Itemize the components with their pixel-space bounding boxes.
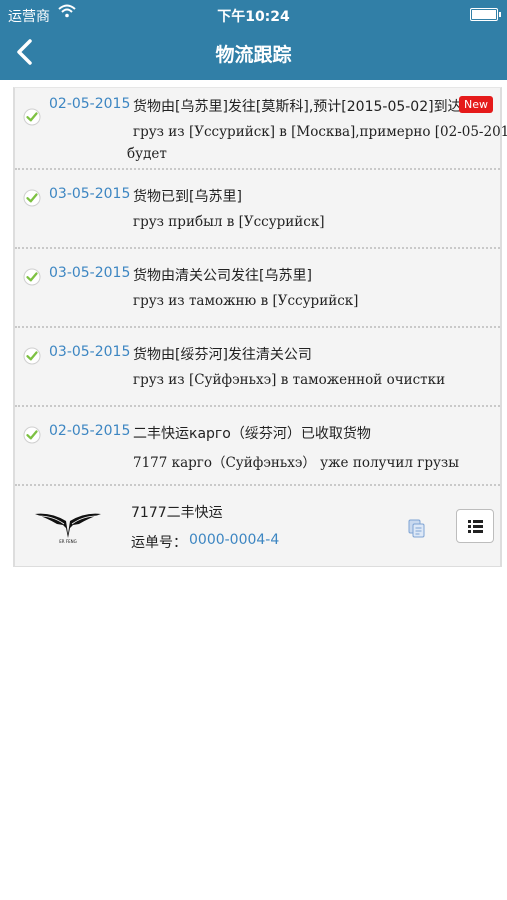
event-date: 03-05-2015 bbox=[49, 186, 131, 202]
event-date: 02-05-2015 bbox=[49, 96, 131, 112]
event-text-ru-continued: будет bbox=[127, 146, 167, 162]
event-date: 02-05-2015 bbox=[49, 423, 131, 439]
tracking-card: 02-05-2015 货物由[乌苏里]发往[莫斯科],预计[2015-05-02… bbox=[13, 87, 507, 567]
courier-info: ER FENG 7177二丰快运 运单号： 0000-0004-4 bbox=[15, 486, 500, 566]
navigation-bar: 运营商 下午10:24 物流跟踪 bbox=[0, 0, 507, 80]
check-icon bbox=[23, 268, 41, 286]
list-icon bbox=[468, 520, 483, 533]
event-text-zh: 货物由[乌苏里]发往[莫斯科],预计[2015-05-02]到达 bbox=[133, 99, 462, 115]
check-icon bbox=[23, 108, 41, 126]
check-icon bbox=[23, 347, 41, 365]
company-name: 7177二丰快运 bbox=[131, 505, 223, 521]
event-date: 03-05-2015 bbox=[49, 344, 131, 360]
event-date: 03-05-2015 bbox=[49, 265, 131, 281]
company-logo: ER FENG bbox=[35, 513, 101, 544]
copy-icon[interactable] bbox=[407, 518, 427, 538]
tracking-event-row: 03-05-2015 货物已到[乌苏里] груз прибыл в [Уссу… bbox=[15, 170, 500, 249]
status-time: 下午10:24 bbox=[217, 9, 290, 25]
new-badge: New bbox=[459, 96, 493, 113]
event-text-ru: груз из [Уссурийск] в [Москва],примерно … bbox=[133, 124, 507, 140]
tracking-event-row: 02-05-2015 货物由[乌苏里]发往[莫斯科],预计[2015-05-02… bbox=[15, 88, 507, 170]
event-text-zh: 二丰快运карго（绥芬河）已收取货物 bbox=[133, 426, 371, 442]
event-text-ru: груз из таможню в [Уссурийск] bbox=[133, 293, 359, 309]
check-icon bbox=[23, 189, 41, 207]
event-text-ru: груз прибыл в [Уссурийск] bbox=[133, 214, 325, 230]
waybill-label: 运单号： bbox=[131, 535, 187, 551]
waybill-number[interactable]: 0000-0004-4 bbox=[189, 532, 279, 548]
status-bar: 运营商 下午10:24 bbox=[0, 0, 507, 28]
event-text-zh: 货物由清关公司发往[乌苏里] bbox=[133, 268, 312, 284]
page-title: 物流跟踪 bbox=[215, 44, 292, 66]
tracking-event-row: 03-05-2015 货物由[绥芬河]发往清关公司 груз из [Суйфэ… bbox=[15, 328, 500, 407]
logo-text: ER FENG bbox=[59, 539, 77, 544]
check-icon bbox=[23, 426, 41, 444]
list-button[interactable] bbox=[456, 509, 494, 543]
event-text-zh: 货物由[绥芬河]发往清关公司 bbox=[133, 347, 312, 363]
battery-icon bbox=[470, 8, 501, 21]
event-text-zh: 货物已到[乌苏里] bbox=[133, 189, 242, 205]
event-text-ru: груз из [Суйфэньхэ] в таможенной очистки bbox=[133, 372, 446, 388]
tracking-event-row: 02-05-2015 二丰快运карго（绥芬河）已收取货物 7177 карг… bbox=[15, 407, 500, 486]
event-text-ru: 7177 карго（Суйфэньхэ） уже получил грузы bbox=[133, 455, 460, 471]
tracking-event-row: 03-05-2015 货物由清关公司发往[乌苏里] груз из таможн… bbox=[15, 249, 500, 328]
